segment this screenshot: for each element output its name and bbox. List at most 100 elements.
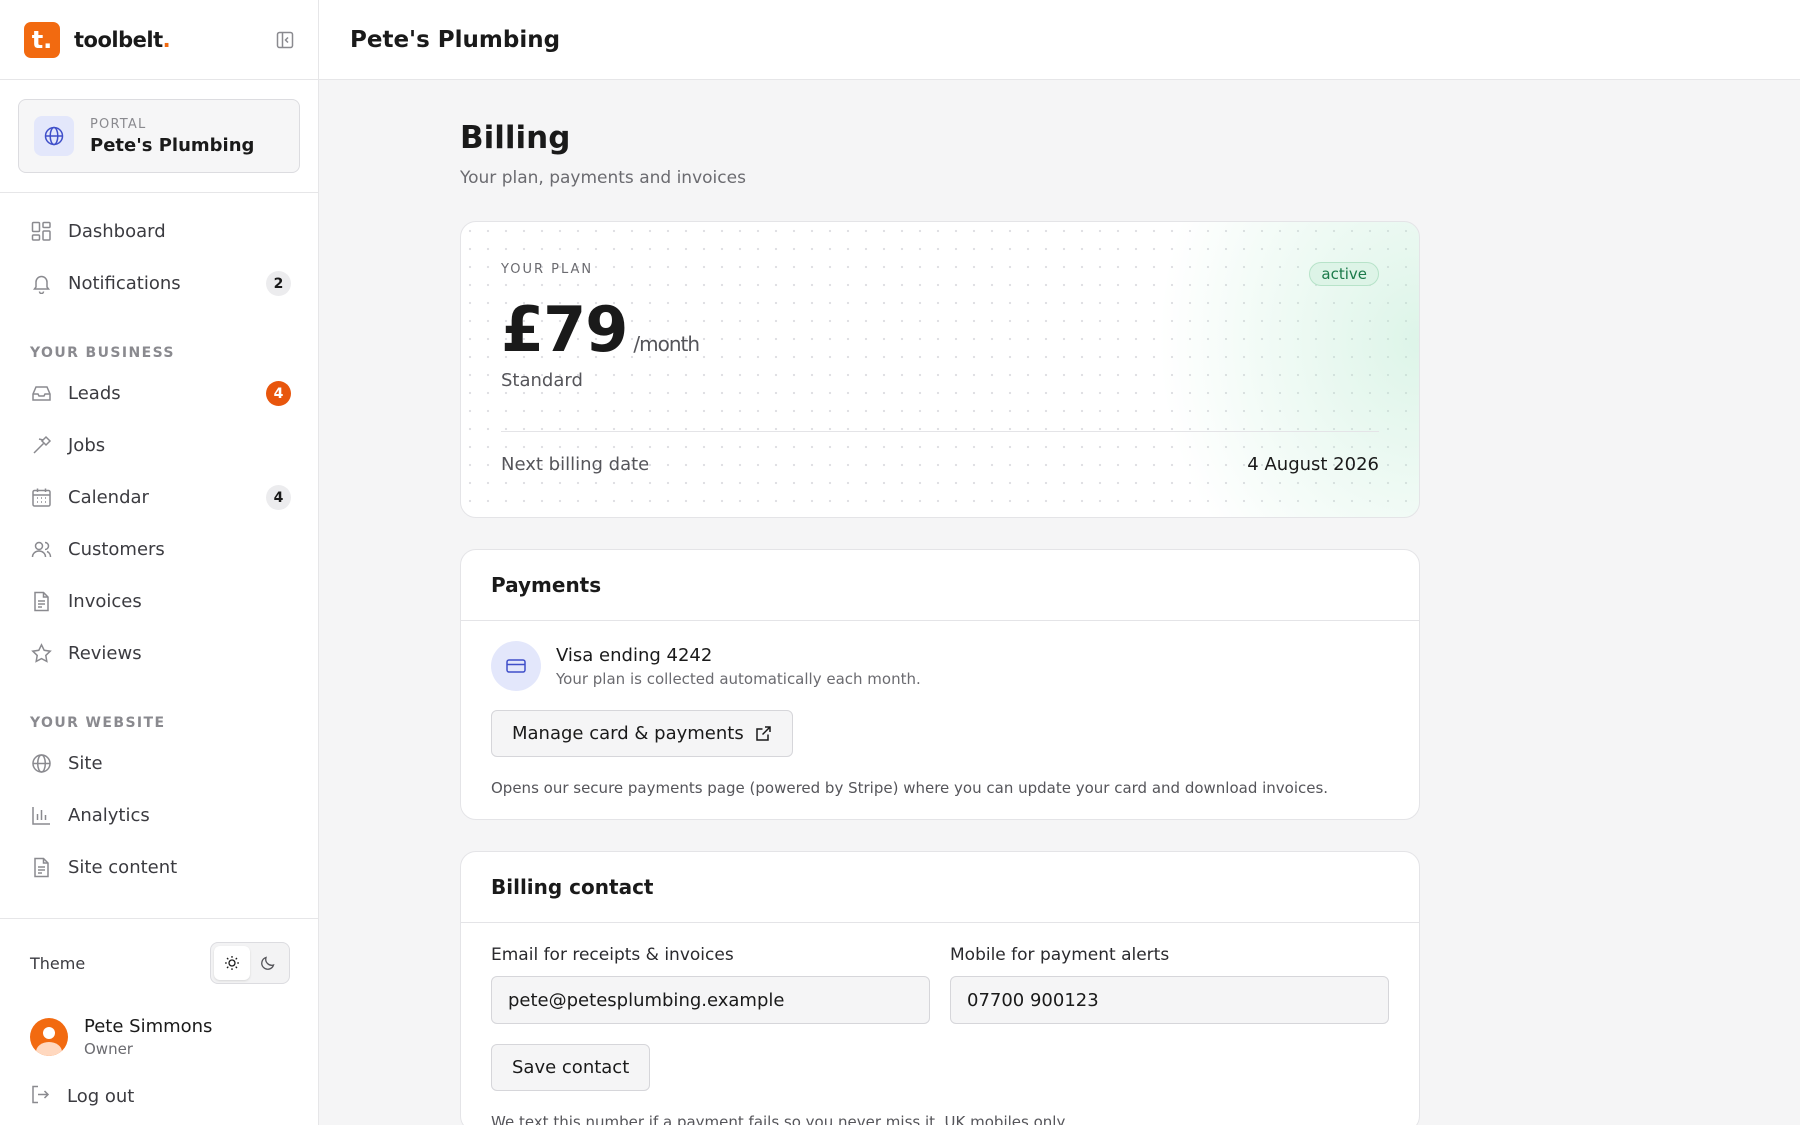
sidebar-item-label: Calendar — [68, 486, 149, 508]
email-field-group: Email for receipts & invoices — [491, 945, 930, 1024]
calendar-count-badge: 4 — [266, 485, 291, 510]
billing-contact-body: Email for receipts & invoices Mobile for… — [461, 923, 1419, 1125]
sidebar-item-calendar[interactable]: Calendar 4 — [0, 471, 318, 523]
portal-name: Pete's Plumbing — [90, 134, 255, 156]
collapse-sidebar-icon[interactable] — [274, 29, 296, 51]
globe-icon — [34, 116, 74, 156]
sidebar-item-customers[interactable]: Customers — [0, 523, 318, 575]
sidebar-item-label: Notifications — [68, 272, 181, 294]
payment-method-text: Visa ending 4242 Your plan is collected … — [556, 645, 921, 688]
sidebar-item-invoices[interactable]: Invoices — [0, 575, 318, 627]
bell-icon — [30, 272, 52, 294]
plan-period: /month — [633, 332, 700, 356]
sun-icon[interactable] — [214, 946, 250, 980]
sidebar-item-site[interactable]: Site — [0, 737, 318, 789]
payments-title: Payments — [461, 550, 1419, 621]
payment-method: Visa ending 4242 Your plan is collected … — [491, 641, 1389, 691]
sidebar-item-leads[interactable]: Leads 4 — [0, 367, 318, 419]
sidebar-item-label: Leads — [68, 382, 121, 404]
contact-note: We text this number if a payment fails s… — [491, 1113, 1068, 1125]
contact-fields: Email for receipts & invoices Mobile for… — [491, 945, 1389, 1024]
next-billing-label: Next billing date — [501, 454, 650, 475]
user-profile[interactable]: Pete Simmons Owner — [0, 1007, 318, 1067]
sidebar-item-label: Jobs — [68, 434, 106, 456]
logout-icon — [30, 1084, 51, 1109]
sidebar-item-dashboard[interactable]: Dashboard — [0, 205, 318, 257]
brand-name-dot: . — [162, 27, 171, 52]
inbox-icon — [30, 382, 52, 404]
topbar: Pete's Plumbing — [319, 0, 1800, 80]
sidebar-item-label: Customers — [68, 538, 165, 560]
status-badge: active — [1309, 262, 1379, 286]
logout-button[interactable]: Log out — [0, 1067, 318, 1125]
payments-card: Payments Visa ending 4242 Your plan is c… — [460, 549, 1420, 820]
sidebar: t. toolbelt. PORTAL Pete's Plumbing Dash… — [0, 0, 319, 1125]
manage-card-label: Manage card & payments — [512, 723, 744, 744]
credit-card-icon — [491, 641, 541, 691]
external-link-icon — [755, 725, 772, 742]
brand-name-text: toolbelt — [74, 27, 163, 52]
plan-divider — [501, 431, 1379, 432]
portal-kicker: PORTAL — [90, 116, 147, 132]
page-title: Billing — [460, 120, 571, 156]
sidebar-item-reviews[interactable]: Reviews — [0, 627, 318, 679]
plan-price: £79 — [501, 293, 628, 366]
topbar-title: Pete's Plumbing — [350, 26, 561, 53]
notifications-count-badge: 2 — [266, 271, 291, 296]
plan-kicker: YOUR PLAN — [501, 262, 594, 277]
users-icon — [30, 538, 52, 560]
theme-row: Theme — [0, 919, 318, 1007]
billing-contact-card: Billing contact Email for receipts & inv… — [460, 851, 1420, 1125]
payments-note: Opens our secure payments page (powered … — [491, 779, 1329, 797]
sidebar-item-label: Reviews — [68, 642, 142, 664]
brand-name[interactable]: toolbelt. — [74, 27, 171, 52]
page-subtitle: Your plan, payments and invoices — [460, 168, 746, 188]
plan-card: YOUR PLAN active £79 /month Standard Nex… — [460, 221, 1420, 518]
sidebar-item-site-content[interactable]: Site content — [0, 841, 318, 893]
billing-contact-title: Billing contact — [461, 852, 1419, 923]
nav-section-your-business: YOUR BUSINESS — [30, 345, 175, 361]
mobile-field[interactable] — [950, 976, 1389, 1024]
user-text: Pete Simmons Owner — [84, 1016, 212, 1058]
sidebar-item-analytics[interactable]: Analytics — [0, 789, 318, 841]
user-name: Pete Simmons — [84, 1016, 213, 1037]
sidebar-item-label: Analytics — [68, 804, 150, 826]
main-content: Billing Your plan, payments and invoices… — [460, 80, 1420, 1125]
sidebar-item-jobs[interactable]: Jobs — [0, 419, 318, 471]
card-title: Visa ending 4242 — [556, 644, 713, 666]
star-icon — [30, 642, 52, 664]
file-icon — [30, 590, 52, 612]
nav-section-your-website: YOUR WEBSITE — [30, 715, 166, 731]
mobile-field-group: Mobile for payment alerts — [950, 945, 1389, 1024]
save-contact-button[interactable]: Save contact — [491, 1044, 651, 1091]
email-field[interactable] — [491, 976, 930, 1024]
payments-body: Visa ending 4242 Your plan is collected … — [461, 621, 1419, 819]
sidebar-item-label: Site — [68, 752, 103, 774]
logout-label: Log out — [67, 1085, 135, 1107]
user-role: Owner — [84, 1040, 133, 1058]
calendar-icon — [30, 486, 52, 508]
globe-icon — [30, 752, 52, 774]
moon-icon[interactable] — [250, 946, 286, 980]
sidebar-item-notifications[interactable]: Notifications 2 — [0, 257, 318, 309]
card-subtitle: Your plan is collected automatically eac… — [556, 669, 921, 688]
sidebar-item-label: Dashboard — [68, 220, 166, 242]
mobile-label: Mobile for payment alerts — [950, 945, 1170, 965]
sidebar-item-label: Invoices — [68, 590, 142, 612]
manage-card-button[interactable]: Manage card & payments — [491, 710, 793, 757]
bar-chart-icon — [30, 804, 52, 826]
portal-switcher-wrap: PORTAL Pete's Plumbing — [0, 80, 318, 193]
theme-toggle — [210, 942, 290, 984]
sidebar-footer: Theme Pete Simmons Owner Log out — [0, 918, 318, 1125]
sidebar-item-label: Site content — [68, 856, 178, 878]
next-billing-date: 4 August 2026 — [1247, 454, 1379, 475]
portal-switcher[interactable]: PORTAL Pete's Plumbing — [18, 99, 300, 173]
file-icon — [30, 856, 52, 878]
dashboard-icon — [30, 220, 52, 242]
hammer-icon — [30, 434, 52, 456]
brand-logo[interactable]: t. — [24, 21, 60, 58]
sidebar-nav: Dashboard Notifications 2 YOUR BUSINESS … — [0, 193, 318, 919]
next-billing-row: Next billing date 4 August 2026 — [501, 454, 1379, 475]
email-label: Email for receipts & invoices — [491, 945, 734, 965]
plan-price-row: £79 /month — [501, 293, 1379, 366]
